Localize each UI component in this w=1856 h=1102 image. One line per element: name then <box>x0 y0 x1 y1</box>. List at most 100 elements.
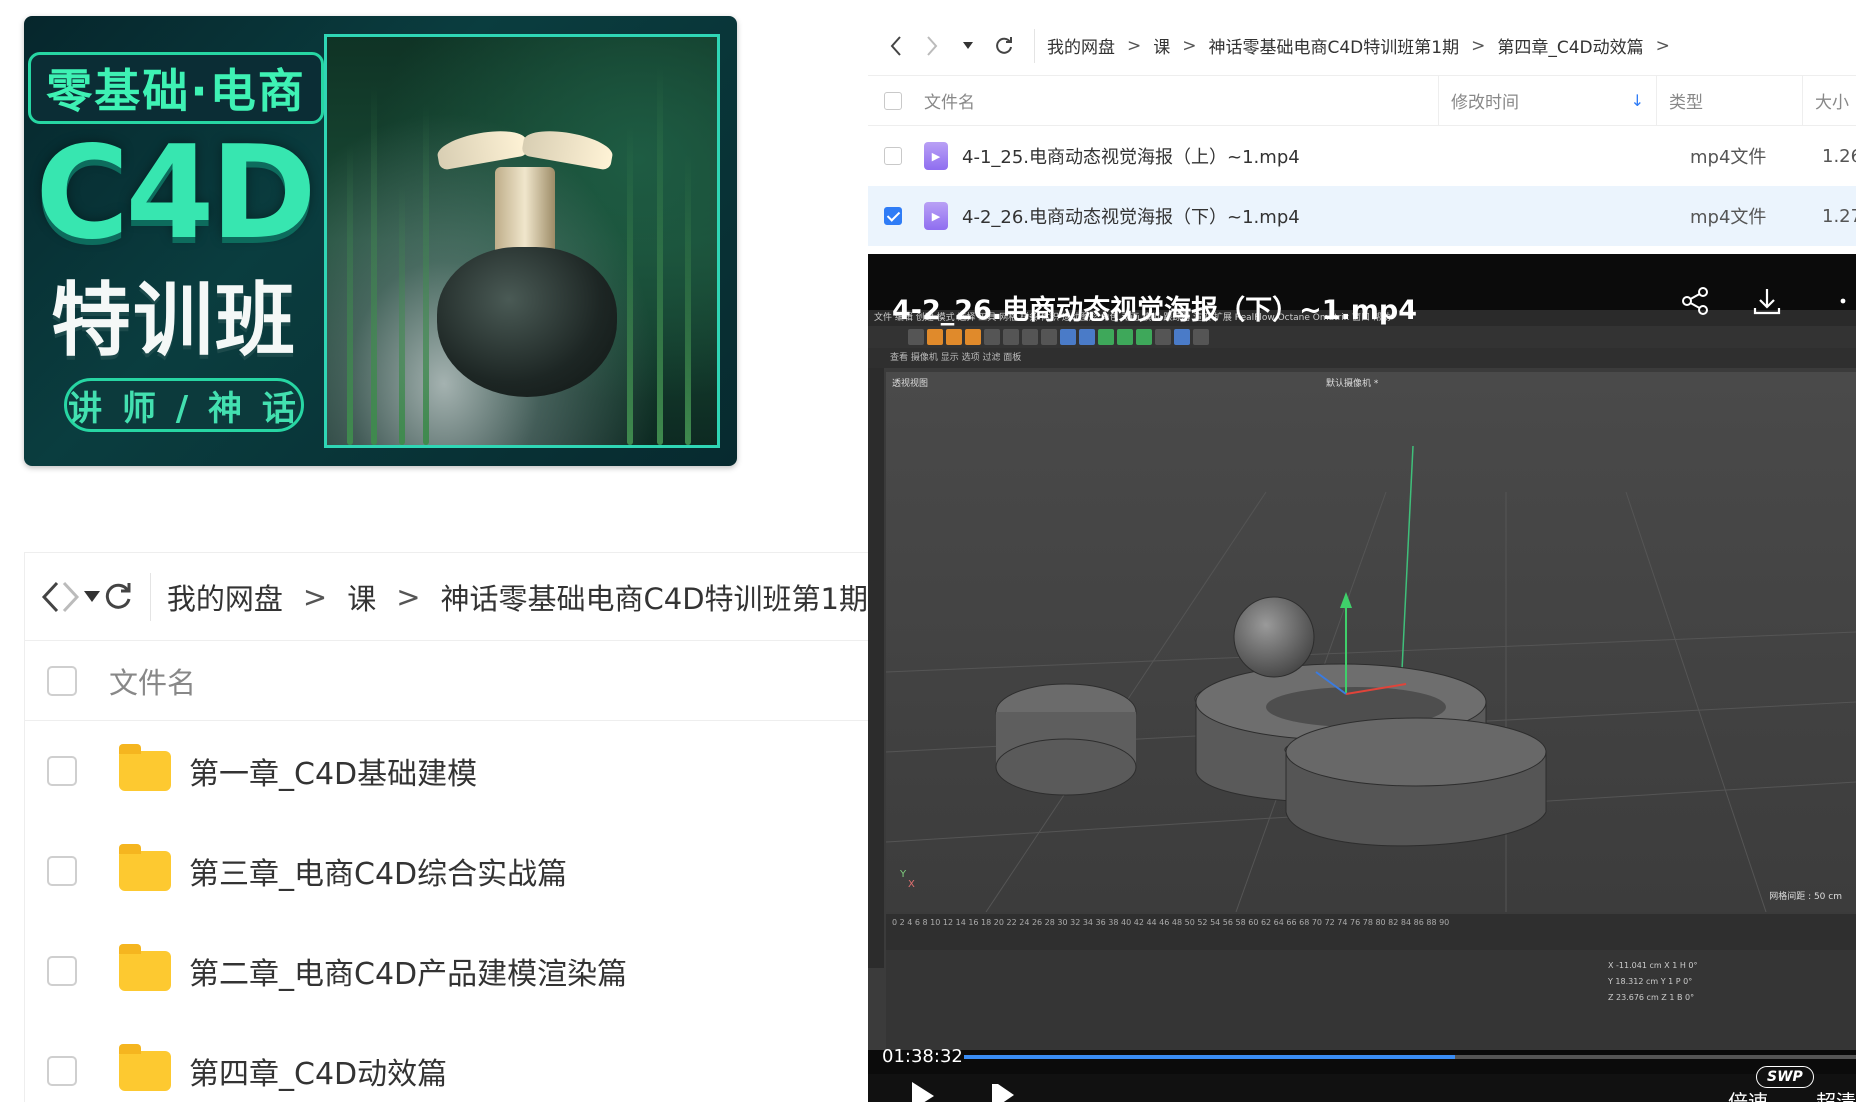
folder-icon <box>119 1044 171 1091</box>
share-icon <box>1682 287 1708 315</box>
refresh-icon <box>106 582 131 609</box>
breadcrumb: 我的网盘 > 课 > 神话零基础电商C4D特训班第1期 <box>167 576 868 618</box>
c4d-left-toolbar <box>868 368 884 968</box>
column-header-name[interactable]: 文件名 <box>918 88 1438 113</box>
bottle-body <box>437 247 617 397</box>
breadcrumb-item[interactable]: 神话零基础电商C4D特训班第1期 <box>441 576 868 618</box>
c4d-view-menu: 查看 摄像机 显示 选项 过滤 面板 <box>868 348 1856 368</box>
c4d-viewport: 透视视图 默认摄像机 * 网格间距 : 50 cm Y X <box>886 372 1856 912</box>
file-list-header: 文件名 <box>25 641 868 721</box>
course-cover: 零基础·电商 C4D 特训班 讲 师 / 神 话 <box>24 16 737 466</box>
file-name: 4-2_26.电商动态视觉海报（下）~1.mp4 <box>962 207 1300 228</box>
row-checkbox[interactable] <box>47 856 77 886</box>
breadcrumb-item[interactable]: 课 <box>1153 33 1170 58</box>
breadcrumb-item[interactable]: 神话零基础电商C4D特训班第1期 <box>1209 33 1460 58</box>
folder-icon <box>119 844 171 891</box>
breadcrumb-separator: > <box>1182 35 1197 56</box>
sort-down-icon: ↓ <box>1630 91 1644 110</box>
svg-text:Y: Y <box>899 869 907 880</box>
cover-perfume-image <box>324 34 720 448</box>
caret-down-icon <box>963 41 973 49</box>
svg-text:X: X <box>908 879 915 890</box>
folder-row[interactable]: 第二章_电商C4D产品建模渲染篇 <box>25 921 868 1021</box>
download-icon <box>1753 289 1781 315</box>
refresh-button[interactable] <box>102 571 134 623</box>
column-header-time-label: 修改时间 <box>1451 93 1519 113</box>
breadcrumb-item[interactable]: 第四章_C4D动效篇 <box>1497 33 1643 58</box>
c4d-coordinates: X -11.041 cm X 1 H 0° Y 18.312 cm Y 1 P … <box>1608 958 1844 1006</box>
folder-row[interactable]: 第三章_电商C4D综合实战篇 <box>25 821 868 921</box>
back-button[interactable] <box>39 571 60 623</box>
forward-button[interactable] <box>60 571 81 623</box>
next-icon[interactable] <box>992 1084 1014 1102</box>
bottom-file-browser: 我的网盘 > 课 > 神话零基础电商C4D特训班第1期 文件名 第一章_C4D基… <box>24 552 868 1102</box>
breadcrumb-separator: > <box>1127 35 1142 56</box>
column-header-name[interactable]: 文件名 <box>99 660 196 702</box>
forward-button[interactable] <box>914 28 950 64</box>
more-button[interactable] <box>1822 284 1856 318</box>
column-header-size[interactable]: 大小 <box>1802 75 1856 126</box>
coord-row: Y 18.312 cm Y 1 P 0° <box>1608 977 1693 986</box>
chevron-right-icon <box>62 581 79 612</box>
progress-bar-fill <box>964 1055 1455 1059</box>
cover-line1: 零基础·电商 <box>46 64 306 118</box>
file-type: mp4文件 <box>1690 207 1767 228</box>
row-checkbox-checked[interactable] <box>884 207 902 225</box>
history-dropdown[interactable] <box>950 28 986 64</box>
video-controls: 倍速 SWP 超清 <box>868 1066 1856 1102</box>
cover-text-panel: 零基础·电商 C4D 特训班 讲 师 / 神 话 <box>24 16 324 466</box>
file-size: 1.27GB <box>1822 205 1856 227</box>
nav-bar: 我的网盘 > 课 > 神话零基础电商C4D特训班第1期 <box>25 553 868 641</box>
cover-teacher: 讲 师 / 神 话 <box>64 378 304 432</box>
video-title: 4-2_26.电商动态视觉海报（下）~1.mp4 <box>892 295 1418 326</box>
bottle-cap <box>495 167 555 257</box>
chevron-right-icon <box>927 35 938 56</box>
column-header-time[interactable]: 修改时间 ↓ <box>1438 75 1656 126</box>
cover-line3: 特训班 <box>51 274 297 367</box>
video-player[interactable]: 4-2_26.电商动态视觉海报（下）~1.mp4 文件 编辑 创建 模式 选择 … <box>868 254 1856 1102</box>
c4d-toolbar <box>868 326 1856 348</box>
file-row-selected[interactable]: ▶ 4-2_26.电商动态视觉海报（下）~1.mp4 mp4文件 1.27GB <box>868 186 1856 246</box>
playback-time: 01:38:32 <box>882 1046 963 1067</box>
more-icon <box>1840 298 1846 304</box>
video-file-icon: ▶ <box>924 142 948 170</box>
file-row[interactable]: ▶ 4-1_25.电商动态视觉海报（上）~1.mp4 mp4文件 1.26GB <box>868 126 1856 186</box>
quality-button[interactable]: 超清 <box>1816 1086 1856 1102</box>
cover-badge: 零基础·电商 <box>28 52 324 124</box>
swp-badge[interactable]: SWP <box>1756 1066 1814 1088</box>
column-header-type[interactable]: 类型 <box>1656 75 1802 126</box>
select-all-checkbox[interactable] <box>47 665 77 696</box>
download-button[interactable] <box>1750 284 1784 318</box>
breadcrumb-item[interactable]: 我的网盘 <box>1047 33 1115 58</box>
nav-bar: 我的网盘 > 课 > 神话零基础电商C4D特训班第1期 > 第四章_C4D动效篇… <box>868 16 1856 76</box>
folder-name: 第二章_电商C4D产品建模渲染篇 <box>189 957 628 992</box>
file-size: 1.26GB <box>1822 145 1856 167</box>
row-checkbox[interactable] <box>47 1056 77 1086</box>
chevron-left-icon <box>890 35 901 56</box>
breadcrumb: 我的网盘 > 课 > 神话零基础电商C4D特训班第1期 > 第四章_C4D动效篇… <box>1047 33 1682 59</box>
select-all-checkbox[interactable] <box>884 91 902 110</box>
folder-name: 第三章_电商C4D综合实战篇 <box>189 857 568 892</box>
row-checkbox[interactable] <box>47 956 77 986</box>
folder-name: 第一章_C4D基础建模 <box>189 757 478 792</box>
c4d-timeline: 0 2 4 6 8 10 12 14 16 18 20 22 24 26 28 … <box>886 914 1856 950</box>
folder-icon <box>119 944 171 991</box>
speed-button[interactable]: 倍速 <box>1728 1086 1768 1102</box>
breadcrumb-item[interactable]: 我的网盘 <box>167 576 283 618</box>
breadcrumb-separator: > <box>1471 35 1486 56</box>
play-icon[interactable] <box>912 1082 934 1102</box>
breadcrumb-separator: > <box>1655 35 1670 56</box>
folder-row[interactable]: 第四章_C4D动效篇 <box>25 1021 868 1102</box>
breadcrumb-item[interactable]: 课 <box>347 576 376 618</box>
history-dropdown[interactable] <box>81 571 102 623</box>
back-button[interactable] <box>878 28 914 64</box>
caret-down-icon <box>83 590 100 602</box>
progress-bar[interactable] <box>964 1055 1856 1059</box>
row-checkbox[interactable] <box>884 147 902 165</box>
refresh-button[interactable] <box>986 28 1022 64</box>
folder-row[interactable]: 第一章_C4D基础建模 <box>25 721 868 821</box>
row-checkbox[interactable] <box>47 756 77 786</box>
file-name: 4-1_25.电商动态视觉海报（上）~1.mp4 <box>962 147 1300 168</box>
share-button[interactable] <box>1678 284 1712 318</box>
c4d-attribute-panel: X -11.041 cm X 1 H 0° Y 18.312 cm Y 1 P … <box>886 950 1856 1050</box>
